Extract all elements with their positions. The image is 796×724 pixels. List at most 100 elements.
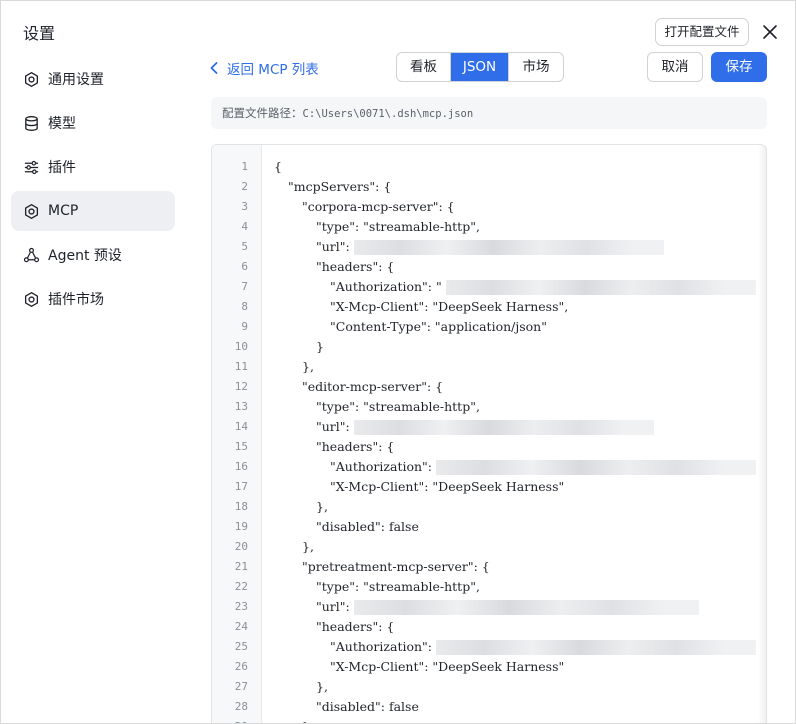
line-number: 25 (234, 640, 248, 653)
code-line: 14 "url": (212, 417, 766, 437)
code-token: "corpora-mcp-server": { (302, 199, 455, 214)
code-text: "mcpServers": { (288, 177, 391, 197)
close-icon[interactable] (759, 21, 781, 43)
code-token: "headers": { (316, 439, 395, 454)
editor-scrollbar[interactable] (758, 145, 766, 723)
sidebar-item-agent-presets[interactable]: Agent 预设 (11, 235, 175, 275)
sidebar-item-label: 模型 (48, 116, 76, 132)
code-line: 2 "mcpServers": { (212, 177, 766, 197)
sidebar-item-plugin-market[interactable]: 插件市场 (11, 279, 175, 319)
code-token: }, (302, 359, 314, 374)
code-token: "headers": { (316, 619, 395, 634)
view-mode-switch: 看板 JSON 市场 (396, 52, 564, 82)
code-text: }, (316, 497, 328, 517)
code-text: "url": (316, 417, 654, 437)
code-token: "Authorization": " (330, 279, 442, 294)
back-link-label: 返回 MCP 列表 (227, 62, 319, 78)
code-token: "X-Mcp-Client": "DeepSeek Harness" (330, 659, 565, 674)
gear-icon (22, 70, 40, 88)
code-text: "disabled": false (316, 697, 419, 717)
code-text: "pretreatment-mcp-server": { (302, 557, 490, 577)
code-line: 18}, (212, 497, 766, 517)
line-number: 8 (241, 300, 248, 313)
code-token: } (316, 339, 324, 354)
code-line: 19 "disabled": false (212, 517, 766, 537)
code-line: 26 "X-Mcp-Client": "DeepSeek Harness" (212, 657, 766, 677)
agent-icon (22, 246, 40, 264)
sidebar-item-label: 插件 (48, 160, 76, 176)
tab-json[interactable]: JSON (451, 53, 509, 81)
code-line: 5 "url": (212, 237, 766, 257)
sidebar-item-plugins[interactable]: 插件 (11, 147, 175, 187)
save-button[interactable]: 保存 (711, 52, 767, 82)
json-editor[interactable]: 1{2 "mcpServers": {3 "corpora-mcp-server":… (211, 144, 767, 723)
line-number: 7 (241, 280, 248, 293)
gear-icon (22, 202, 40, 220)
code-text: "Authorization": (330, 457, 756, 477)
line-number: 6 (241, 260, 248, 273)
code-token: "url": (316, 239, 350, 254)
code-line: 7 "Authorization": " (212, 277, 766, 297)
code-line: 12 "editor-mcp-server": { (212, 377, 766, 397)
line-number: 24 (234, 620, 248, 633)
code-token: } (302, 719, 310, 723)
code-token: "editor-mcp-server": { (302, 379, 444, 394)
line-number: 29 (212, 717, 248, 723)
config-path-bar: 配置文件路径：C:\Users\0071\.dsh\mcp.json (211, 97, 767, 129)
code-text: "disabled": false (316, 517, 419, 537)
code-line: 8 "X-Mcp-Client": "DeepSeek Harness", (212, 297, 766, 317)
open-config-file-button[interactable]: 打开配置文件 (655, 18, 749, 46)
code-token: "url": (316, 419, 350, 434)
code-text: }, (316, 677, 328, 697)
code-line: 10} (212, 337, 766, 357)
line-number: 21 (234, 560, 248, 573)
code-line: 3 "corpora-mcp-server": { (212, 197, 766, 217)
line-number: 15 (234, 440, 248, 453)
code-token: "Content-Type": "application/json" (330, 319, 547, 334)
code-text: "type": "streamable-http", (316, 577, 480, 597)
line-number: 13 (234, 400, 248, 413)
code-token: "disabled": false (316, 519, 419, 534)
sidebar-item-models[interactable]: 模型 (11, 103, 175, 143)
code-line: 16 "Authorization": (212, 457, 766, 477)
tab-market[interactable]: 市场 (509, 53, 563, 81)
code-line: 25 "Authorization": (212, 637, 766, 657)
code-text: }, (302, 537, 314, 557)
line-number: 14 (234, 420, 248, 433)
code-token: "X-Mcp-Client": "DeepSeek Harness" (330, 479, 565, 494)
code-line: 1{ (212, 157, 766, 177)
line-number: 17 (234, 480, 248, 493)
back-to-mcp-list-link[interactable]: 返回 MCP 列表 (207, 57, 319, 79)
redacted-value (445, 280, 756, 295)
database-icon (22, 114, 40, 132)
code-text: "type": "streamable-http", (316, 217, 480, 237)
sidebar-item-label: Agent 预设 (48, 248, 122, 264)
window-title: 设置 (23, 24, 56, 43)
line-number: 27 (234, 680, 248, 693)
code-line: 11}, (212, 357, 766, 377)
code-text: "X-Mcp-Client": "DeepSeek Harness", (330, 297, 568, 317)
code-token: "url": (316, 599, 350, 614)
sidebar-item-mcp[interactable]: MCP (11, 191, 175, 231)
code-line: 29} (212, 717, 766, 723)
code-line: 21 "pretreatment-mcp-server": { (212, 557, 766, 577)
line-number: 22 (234, 580, 248, 593)
code-text: "Content-Type": "application/json" (330, 317, 547, 337)
code-text: "X-Mcp-Client": "DeepSeek Harness" (330, 657, 564, 677)
code-token: }, (316, 499, 328, 514)
line-number: 26 (234, 660, 248, 673)
tab-board[interactable]: 看板 (397, 53, 451, 81)
redacted-value (353, 240, 664, 255)
line-number: 28 (234, 700, 248, 713)
code-text: "editor-mcp-server": { (302, 377, 443, 397)
code-token: "type": "streamable-http", (316, 399, 480, 414)
code-token: "headers": { (316, 259, 395, 274)
cancel-button[interactable]: 取消 (647, 52, 703, 82)
code-text: "corpora-mcp-server": { (302, 197, 455, 217)
code-line: 4 "type": "streamable-http", (212, 217, 766, 237)
sidebar-item-general-settings[interactable]: 通用设置 (11, 59, 175, 99)
code-line: 28 "disabled": false (212, 697, 766, 717)
line-number: 10 (234, 340, 248, 353)
line-number: 1 (241, 160, 248, 173)
line-number: 11 (234, 360, 248, 373)
